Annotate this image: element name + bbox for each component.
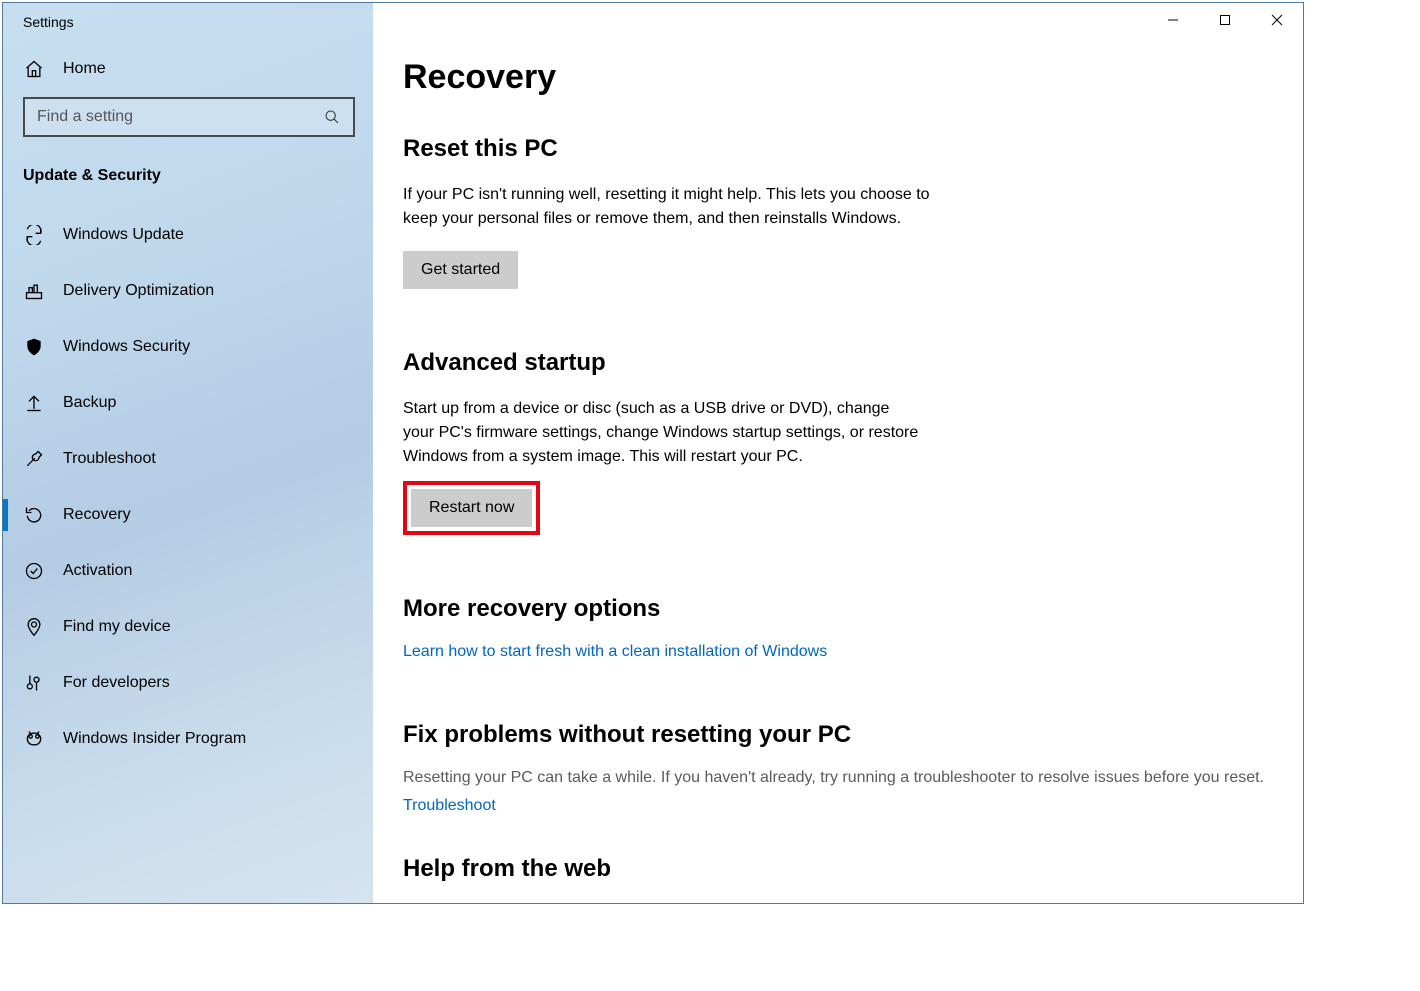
insider-icon <box>23 728 45 750</box>
sidebar-item-label: Recovery <box>63 506 131 524</box>
main-content: Recovery Reset this PC If your PC isn't … <box>373 3 1303 903</box>
sidebar-item-label: Troubleshoot <box>63 450 156 468</box>
reset-pc-section: Reset this PC If your PC isn't running w… <box>403 135 1303 289</box>
upload-icon <box>23 392 45 414</box>
sidebar: Settings Home Update & Security Wind <box>3 3 373 903</box>
sidebar-item-label: Backup <box>63 394 116 412</box>
window-controls <box>1147 3 1303 37</box>
sidebar-item-windows-update[interactable]: Windows Update <box>3 207 373 263</box>
help-from-web-section: Help from the web <box>403 855 1303 883</box>
sidebar-item-windows-insider[interactable]: Windows Insider Program <box>3 711 373 767</box>
tools-icon <box>23 672 45 694</box>
troubleshoot-link[interactable]: Troubleshoot <box>403 797 496 814</box>
restart-now-button[interactable]: Restart now <box>411 489 532 527</box>
category-title: Update & Security <box>3 137 373 207</box>
delivery-icon <box>23 280 45 302</box>
location-icon <box>23 616 45 638</box>
restart-now-highlight: Restart now <box>403 481 540 535</box>
fix-problems-section: Fix problems without resetting your PC R… <box>403 721 1303 815</box>
window-title-text: Settings <box>23 14 74 30</box>
search-icon <box>321 106 343 128</box>
sync-icon <box>23 224 45 246</box>
reset-pc-title: Reset this PC <box>403 135 1303 163</box>
home-label: Home <box>63 60 106 78</box>
sidebar-item-windows-security[interactable]: Windows Security <box>3 319 373 375</box>
maximize-button[interactable] <box>1199 3 1251 37</box>
sidebar-item-label: For developers <box>63 674 170 692</box>
reset-pc-desc: If your PC isn't running well, resetting… <box>403 183 933 231</box>
more-recovery-section: More recovery options Learn how to start… <box>403 595 1303 661</box>
sidebar-item-label: Activation <box>63 562 132 580</box>
close-button[interactable] <box>1251 3 1303 37</box>
wrench-icon <box>23 448 45 470</box>
home-nav[interactable]: Home <box>3 41 373 97</box>
fix-problems-title: Fix problems without resetting your PC <box>403 721 1303 749</box>
sidebar-item-label: Windows Security <box>63 338 190 356</box>
sidebar-item-find-my-device[interactable]: Find my device <box>3 599 373 655</box>
sidebar-item-delivery-optimization[interactable]: Delivery Optimization <box>3 263 373 319</box>
search-input[interactable] <box>37 108 317 126</box>
settings-window: Settings Home Update & Security Wind <box>2 2 1304 904</box>
more-recovery-title: More recovery options <box>403 595 1303 623</box>
nav-list: Windows Update Delivery Optimization Win… <box>3 207 373 767</box>
advanced-startup-desc: Start up from a device or disc (such as … <box>403 397 923 469</box>
sidebar-item-for-developers[interactable]: For developers <box>3 655 373 711</box>
search-container <box>3 97 373 137</box>
get-started-button[interactable]: Get started <box>403 251 518 289</box>
sidebar-item-troubleshoot[interactable]: Troubleshoot <box>3 431 373 487</box>
sidebar-item-label: Windows Insider Program <box>63 730 246 748</box>
advanced-startup-title: Advanced startup <box>403 349 1303 377</box>
sidebar-item-recovery[interactable]: Recovery <box>3 487 373 543</box>
sidebar-item-label: Windows Update <box>63 226 184 244</box>
window-title: Settings <box>3 3 373 41</box>
sidebar-item-label: Delivery Optimization <box>63 282 214 300</box>
sidebar-item-activation[interactable]: Activation <box>3 543 373 599</box>
fix-problems-desc: Resetting your PC can take a while. If y… <box>403 769 1273 787</box>
sidebar-item-backup[interactable]: Backup <box>3 375 373 431</box>
help-from-web-title: Help from the web <box>403 855 1303 883</box>
recovery-icon <box>23 504 45 526</box>
search-box[interactable] <box>23 97 355 137</box>
home-icon <box>23 58 45 80</box>
sidebar-item-label: Find my device <box>63 618 171 636</box>
shield-icon <box>23 336 45 358</box>
page-title: Recovery <box>403 58 1303 97</box>
minimize-button[interactable] <box>1147 3 1199 37</box>
advanced-startup-section: Advanced startup Start up from a device … <box>403 349 1303 535</box>
check-circle-icon <box>23 560 45 582</box>
start-fresh-link[interactable]: Learn how to start fresh with a clean in… <box>403 643 827 660</box>
